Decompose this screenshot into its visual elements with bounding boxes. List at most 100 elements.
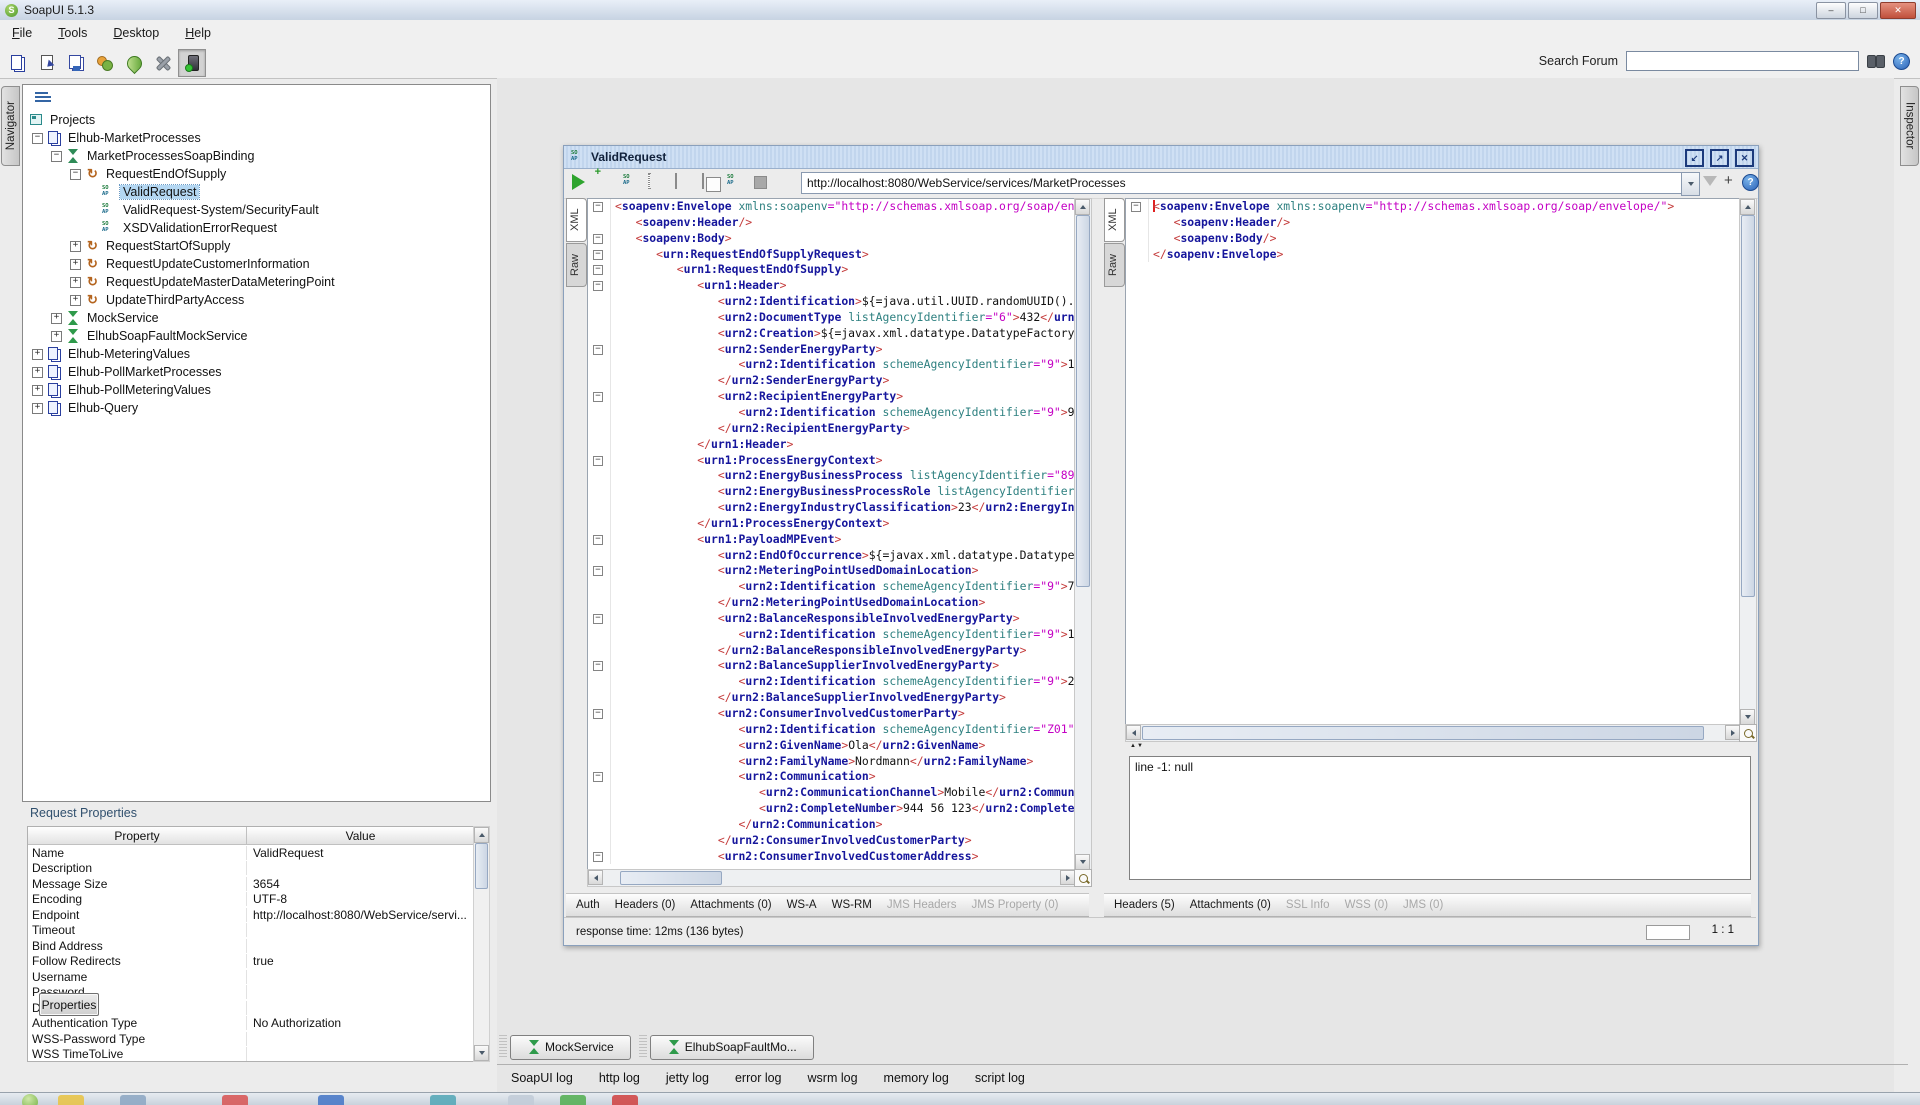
tree-item[interactable]: +Elhub-Query <box>23 399 490 417</box>
log-tab-error-log[interactable]: error log <box>735 1071 782 1085</box>
add-icon[interactable]: + <box>1724 174 1733 188</box>
column-value[interactable]: Value <box>247 827 474 844</box>
view-tab-xml[interactable]: XML <box>1104 198 1125 242</box>
tree-item[interactable]: +↻RequestStartOfSupply <box>23 237 490 255</box>
fold-toggle-icon[interactable]: − <box>593 202 603 212</box>
save-all-icon[interactable] <box>62 49 90 77</box>
inspector-tab-attachments-0-[interactable]: Attachments (0) <box>690 899 771 911</box>
tree-item[interactable]: +MockService <box>23 309 490 327</box>
tree-item[interactable]: SOAPValidRequest-System/SecurityFault <box>23 201 490 219</box>
menu-tools[interactable]: Tools <box>48 23 97 43</box>
editor-help-icon[interactable]: ? <box>1742 174 1759 191</box>
properties-scrollbar[interactable] <box>473 826 490 1062</box>
start-orb[interactable] <box>22 1094 38 1105</box>
fold-toggle-icon[interactable]: − <box>593 281 603 291</box>
property-row[interactable]: NameValidRequest <box>28 845 474 861</box>
tree-item[interactable]: +↻RequestUpdateCustomerInformation <box>23 255 490 273</box>
tree-item[interactable]: Projects <box>23 111 490 129</box>
column-property[interactable]: Property <box>28 827 247 844</box>
expand-toggle-icon[interactable]: − <box>70 169 81 180</box>
tree-item[interactable]: +ElhubSoapFaultMockService <box>23 327 490 345</box>
property-row[interactable]: Username <box>28 969 474 985</box>
scroll-left-icon[interactable] <box>588 870 603 885</box>
frame-maximize-button[interactable]: ↗ <box>1710 149 1729 167</box>
tree-item[interactable]: −MarketProcessesSoapBinding <box>23 147 490 165</box>
minimize-button[interactable]: – <box>1816 2 1846 19</box>
scroll-thumb[interactable] <box>1076 215 1090 587</box>
magnifier-icon[interactable] <box>1074 869 1092 887</box>
import-project-icon[interactable] <box>33 49 61 77</box>
scroll-thumb[interactable] <box>620 871 722 885</box>
expand-toggle-icon[interactable]: − <box>51 151 62 162</box>
inspector-tab[interactable]: Inspector <box>1900 86 1919 166</box>
fold-toggle-icon[interactable]: − <box>593 392 603 402</box>
property-row[interactable]: Description <box>28 861 474 877</box>
fold-toggle-icon[interactable]: − <box>593 234 603 244</box>
scroll-thumb[interactable] <box>1741 215 1755 597</box>
expand-toggle-icon[interactable]: + <box>32 367 43 378</box>
log-tab-wsrm-log[interactable]: wsrm log <box>808 1071 858 1085</box>
soapui-home-icon[interactable] <box>120 49 148 77</box>
request-xml-editor[interactable]: −<soapenv:Envelope xmlns:soapenv="http:/… <box>587 198 1076 871</box>
fold-toggle-icon[interactable]: − <box>593 345 603 355</box>
property-row[interactable]: Message Size3654 <box>28 876 474 892</box>
tree-item[interactable]: +Elhub-PollMarketProcesses <box>23 363 490 381</box>
view-tab-raw[interactable]: Raw <box>1104 243 1125 287</box>
fold-toggle-icon[interactable]: − <box>1131 202 1141 212</box>
collapse-tree-icon[interactable] <box>35 92 48 94</box>
scroll-down-icon[interactable] <box>1075 854 1090 870</box>
minimized-window-mockservice[interactable]: MockService <box>510 1035 631 1060</box>
property-row[interactable]: WSS-Password Type <box>28 1031 474 1047</box>
property-row[interactable]: Timeout <box>28 923 474 939</box>
response-hscrollbar[interactable] <box>1125 724 1741 742</box>
maximize-button[interactable]: □ <box>1848 2 1878 19</box>
tree-item[interactable]: +Elhub-PollMeteringValues <box>23 381 490 399</box>
response-xml-editor[interactable]: −<soapenv:Envelope xmlns:soapenv="http:/… <box>1125 198 1741 726</box>
property-row[interactable]: Follow Redirectstrue <box>28 954 474 970</box>
scroll-thumb[interactable] <box>475 843 488 889</box>
help-icon[interactable]: ? <box>1893 53 1910 70</box>
new-project-icon[interactable] <box>4 49 32 77</box>
tree-item[interactable]: +↻UpdateThirdPartyAccess <box>23 291 490 309</box>
scroll-up-icon[interactable] <box>1075 199 1090 215</box>
log-tab-memory-log[interactable]: memory log <box>884 1071 949 1085</box>
expand-toggle-icon[interactable]: + <box>70 277 81 288</box>
endpoint-url-combo[interactable]: http://localhost:8080/WebService/service… <box>801 172 1686 194</box>
clone-request-icon[interactable] <box>675 173 677 189</box>
expand-toggle-icon[interactable]: + <box>70 295 81 306</box>
fold-toggle-icon[interactable]: − <box>593 614 603 624</box>
scroll-right-icon[interactable] <box>1060 870 1075 885</box>
menu-help[interactable]: Help <box>175 23 221 43</box>
scroll-up-icon[interactable] <box>1740 199 1755 215</box>
frame-close-button[interactable]: ✕ <box>1735 149 1754 167</box>
split-view-icon[interactable] <box>702 173 704 189</box>
windows-taskbar[interactable] <box>0 1092 1920 1105</box>
tree-item[interactable]: +↻RequestUpdateMasterDataMeteringPoint <box>23 273 490 291</box>
frame-minimize-button[interactable]: ↙ <box>1685 149 1704 167</box>
fold-toggle-icon[interactable]: − <box>593 709 603 719</box>
property-row[interactable]: EncodingUTF-8 <box>28 892 474 908</box>
run-button[interactable] <box>572 174 585 190</box>
view-tab-raw[interactable]: Raw <box>566 243 587 287</box>
log-tab-http-log[interactable]: http log <box>599 1071 640 1085</box>
add-to-mockservice-icon[interactable]: SOAP <box>623 174 638 188</box>
expand-toggle-icon[interactable]: + <box>70 259 81 270</box>
menu-file[interactable]: File <box>2 23 42 43</box>
fold-toggle-icon[interactable]: − <box>593 772 603 782</box>
view-tab-xml[interactable]: XML <box>566 198 587 242</box>
editor-window-titlebar[interactable]: SOAP ValidRequest ↙ ↗ ✕ <box>564 146 1758 169</box>
inspector-tab-headers-0-[interactable]: Headers (0) <box>615 899 676 911</box>
expand-toggle-icon[interactable]: + <box>32 349 43 360</box>
tree-item[interactable]: +Elhub-MeteringValues <box>23 345 490 363</box>
drag-handle[interactable] <box>639 1035 647 1059</box>
request-vscrollbar[interactable] <box>1074 198 1092 871</box>
zoom-ratio-box[interactable] <box>1646 925 1690 940</box>
inspector-tab-headers-5-[interactable]: Headers (5) <box>1114 899 1175 911</box>
fold-toggle-icon[interactable]: − <box>593 535 603 545</box>
magnifier-icon[interactable] <box>1739 724 1757 742</box>
search-forum-input[interactable] <box>1626 51 1859 71</box>
drag-handle[interactable] <box>499 1035 507 1059</box>
scroll-left-icon[interactable] <box>1126 725 1141 740</box>
inspector-tab-ws-a[interactable]: WS-A <box>787 899 817 911</box>
expand-toggle-icon[interactable]: + <box>51 331 62 342</box>
